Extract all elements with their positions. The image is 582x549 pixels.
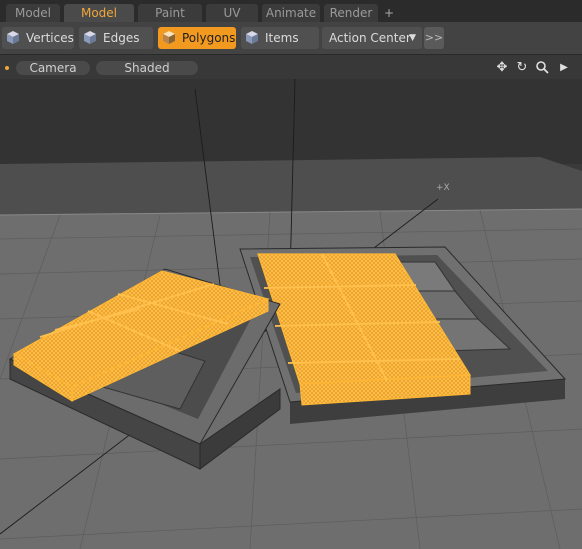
polygons-button[interactable]: Polygons xyxy=(158,27,236,49)
tab-render[interactable]: Render xyxy=(324,4,378,22)
cube-icon xyxy=(7,31,19,44)
tab-model[interactable]: Model xyxy=(6,4,60,22)
action-center-label: Action Center xyxy=(329,31,411,45)
items-label: Items xyxy=(265,31,299,45)
move-icon[interactable]: ✥ xyxy=(494,60,510,76)
tab-animate[interactable]: Animate xyxy=(262,4,320,22)
axis-label: +X xyxy=(436,183,450,193)
edges-label: Edges xyxy=(103,31,140,45)
cube-icon xyxy=(84,31,96,44)
rotate-icon[interactable]: ↻ xyxy=(514,60,530,76)
arrow-right-icon[interactable]: ▶ xyxy=(556,60,572,76)
items-button[interactable]: Items xyxy=(241,27,319,49)
selection-toolbar: Vertices Edges Polygons Items Action Cen… xyxy=(0,22,582,55)
action-center-dropdown[interactable]: Action Center ▼ xyxy=(322,27,422,49)
more-tools-button[interactable]: >> xyxy=(424,27,444,49)
chevron-down-icon: ▼ xyxy=(409,33,416,43)
3d-viewport[interactable]: +X xyxy=(0,79,582,549)
polygons-label: Polygons xyxy=(182,31,236,45)
zoom-icon[interactable] xyxy=(534,60,550,76)
vertices-label: Vertices xyxy=(26,31,74,45)
vertices-button[interactable]: Vertices xyxy=(2,27,74,49)
edges-button[interactable]: Edges xyxy=(79,27,153,49)
viewport-menu-dot[interactable] xyxy=(5,66,9,70)
shading-selector[interactable]: Shaded xyxy=(96,61,198,75)
camera-selector[interactable]: Camera xyxy=(16,61,90,75)
tab-model-quad[interactable]: Model Quad xyxy=(64,4,134,38)
cube-icon xyxy=(163,31,175,44)
tab-uv[interactable]: UV xyxy=(206,4,258,22)
viewport-header: Camera Shaded ✥ ↻ ▶ xyxy=(0,55,582,79)
tab-paint[interactable]: Paint xyxy=(138,4,202,22)
add-tab-button[interactable]: + xyxy=(382,4,396,22)
cube-icon xyxy=(246,31,258,44)
tab-bar: Model Model Quad Paint UV Animate Render… xyxy=(0,0,582,38)
